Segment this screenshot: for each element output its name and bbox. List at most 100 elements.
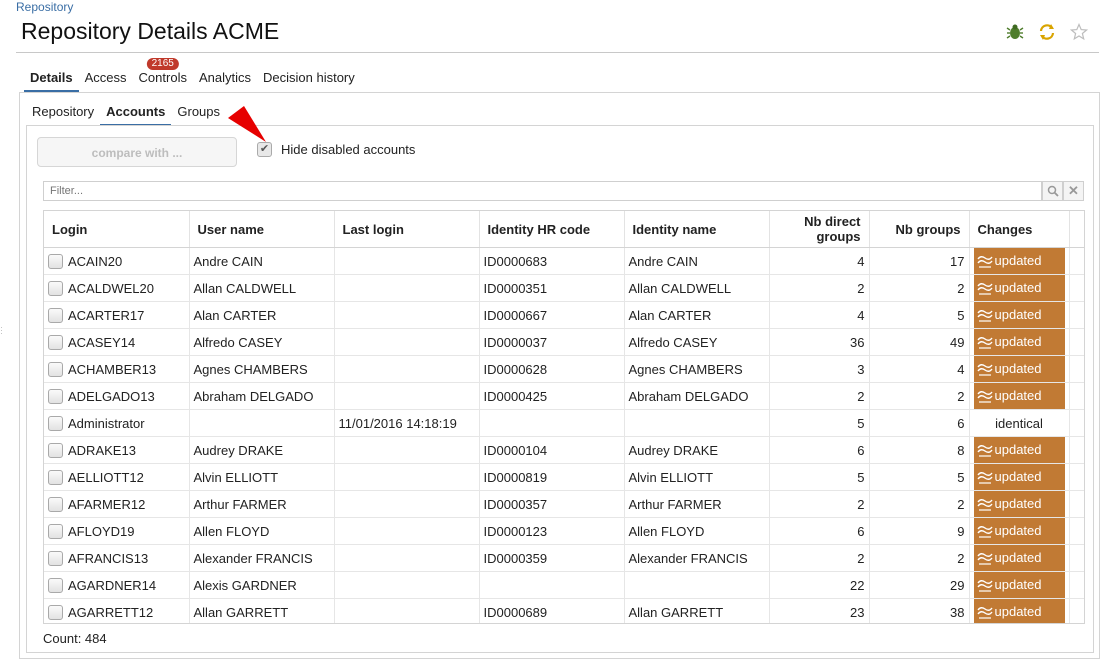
table-row[interactable]: ACASEY14 Alfredo CASEY ID0000037 Alfredo CA…: [44, 328, 1084, 356]
row-checkbox[interactable]: [48, 605, 63, 621]
change-label: updated: [994, 307, 1042, 322]
cell-nb-direct-groups: 5: [769, 409, 870, 437]
table-row[interactable]: ACHAMBER13 Agnes CHAMBERS ID0000628 Agnes C…: [44, 355, 1084, 383]
change-status-updated: updated: [973, 329, 1065, 355]
col-header-changes[interactable]: Changes: [969, 211, 1070, 248]
col-header-identity-hr-code[interactable]: Identity HR code: [479, 211, 625, 248]
subtab-groups[interactable]: Groups: [171, 104, 226, 124]
cell-nb-direct-groups: 23: [769, 598, 870, 623]
header-actions: [1005, 22, 1089, 42]
change-label: updated: [994, 334, 1042, 349]
cell-user-name: Allen FLOYD: [189, 517, 335, 545]
table-row[interactable]: ADRAKE13 Audrey DRAKE ID0000104 Audrey DRAK…: [44, 436, 1084, 464]
col-header-last-login[interactable]: Last login: [334, 211, 480, 248]
cell-identity-name: Alexander FRANCIS: [624, 544, 770, 572]
row-checkbox[interactable]: [48, 362, 63, 378]
row-checkbox[interactable]: [48, 578, 63, 594]
refresh-icon[interactable]: [1037, 22, 1057, 42]
table-row[interactable]: AFLOYD19 Allen FLOYD ID0000123 Allen FLOYD 6…: [44, 517, 1084, 545]
filter-clear-button[interactable]: ✕: [1063, 181, 1084, 201]
tab-analytics[interactable]: Analytics: [193, 70, 257, 90]
cell-identity-name: Andre CAIN: [624, 247, 770, 275]
filter-search-button[interactable]: [1042, 181, 1063, 201]
change-status-updated: updated: [973, 356, 1065, 382]
cell-spacer: [1069, 355, 1084, 383]
page-title: Repository Details ACME: [21, 18, 280, 44]
tab-details[interactable]: Details: [24, 70, 79, 92]
cell-nb-direct-groups: 6: [769, 436, 870, 464]
cell-nb-direct-groups: 4: [769, 247, 870, 275]
table-row[interactable]: AGARDNER14 Alexis GARDNER 22 29 updated: [44, 571, 1084, 599]
row-checkbox[interactable]: [48, 335, 63, 351]
tab-controls[interactable]: Controls 2165: [133, 58, 193, 90]
login-text: AFRANCIS13: [68, 551, 149, 567]
table-row[interactable]: ACARTER17 Alan CARTER ID0000667 Alan CARTER…: [44, 301, 1084, 329]
login-text: ACASEY14: [68, 335, 136, 351]
row-checkbox[interactable]: [48, 443, 63, 459]
cell-nb-groups: 2: [869, 490, 970, 518]
row-checkbox[interactable]: [48, 254, 63, 270]
changes-icon: [976, 337, 993, 349]
filter-input[interactable]: [43, 181, 1042, 201]
table-row[interactable]: AFARMER12 Arthur FARMER ID0000357 Arthur FA…: [44, 490, 1084, 518]
row-checkbox[interactable]: [48, 497, 63, 513]
table-row[interactable]: Administrator 11/01/2016 14:18:19 5 6 identi…: [44, 409, 1084, 437]
change-status-updated: updated: [973, 248, 1065, 274]
col-header-user-name[interactable]: User name: [189, 211, 335, 248]
changes-icon: [976, 472, 993, 484]
resize-handle[interactable]: · · ·: [0, 323, 3, 338]
subtab-repository[interactable]: Repository: [26, 104, 100, 124]
cell-nb-direct-groups: 2: [769, 382, 870, 410]
table-row[interactable]: AGARRETT12 Allan GARRETT ID0000689 Allan GA…: [44, 598, 1084, 623]
table-row[interactable]: ACAIN20 Andre CAIN ID0000683 Andre CAIN 4 17 u…: [44, 247, 1084, 275]
col-header-identity-name[interactable]: Identity name: [624, 211, 770, 248]
col-header-nb-groups[interactable]: Nb groups: [869, 211, 970, 248]
cell-nb-groups: 5: [869, 463, 970, 491]
col-header-login[interactable]: Login: [44, 211, 190, 248]
compare-with-button[interactable]: compare with ...: [37, 137, 237, 167]
change-status-updated: updated: [973, 545, 1065, 571]
row-checkbox[interactable]: [48, 470, 63, 486]
cell-changes: updated: [969, 247, 1070, 275]
cell-spacer: [1069, 544, 1084, 572]
row-checkbox[interactable]: [48, 524, 63, 540]
col-header-nb-direct-groups[interactable]: Nb direct groups: [769, 211, 870, 248]
table-row[interactable]: ADELGADO13 Abraham DELGADO ID0000425 Abraha…: [44, 382, 1084, 410]
tab-decision-history[interactable]: Decision history: [257, 70, 361, 90]
cell-nb-groups: 17: [869, 247, 970, 275]
table-row[interactable]: AFRANCIS13 Alexander FRANCIS ID0000359 Alex…: [44, 544, 1084, 572]
login-text: ADELGADO13: [68, 389, 155, 405]
cell-identity-hr-code: ID0000359: [479, 544, 625, 572]
row-checkbox[interactable]: [48, 281, 63, 297]
table-row[interactable]: AELLIOTT12 Alvin ELLIOTT ID0000819 Alvin EL…: [44, 463, 1084, 491]
cell-last-login: [334, 247, 480, 275]
change-status-updated: updated: [973, 518, 1065, 544]
cell-login: ADRAKE13: [44, 436, 190, 464]
table-row[interactable]: ACALDWEL20 Allan CALDWELL ID0000351 Allan C…: [44, 274, 1084, 302]
row-checkbox[interactable]: [48, 308, 63, 324]
cell-spacer: [1069, 328, 1084, 356]
search-icon: [1047, 185, 1059, 197]
cell-user-name: Alan CARTER: [189, 301, 335, 329]
row-checkbox[interactable]: [48, 551, 63, 567]
login-text: AGARRETT12: [68, 605, 154, 621]
cell-nb-groups: 38: [869, 598, 970, 623]
change-status-identical: identical: [995, 415, 1043, 431]
cell-identity-hr-code: ID0000667: [479, 301, 625, 329]
cell-identity-name: Abraham DELGADO: [624, 382, 770, 410]
row-checkbox[interactable]: [48, 389, 63, 405]
breadcrumb[interactable]: Repository: [16, 0, 73, 14]
subtab-accounts[interactable]: Accounts: [100, 104, 172, 126]
red-arrow-annotation: [228, 106, 266, 142]
cell-identity-hr-code: ID0000037: [479, 328, 625, 356]
cell-nb-groups: 4: [869, 355, 970, 383]
col-header-spacer: [1069, 211, 1084, 248]
row-checkbox[interactable]: [48, 416, 63, 432]
tab-access[interactable]: Access: [79, 70, 133, 90]
bug-icon[interactable]: [1005, 22, 1025, 42]
changes-icon: [976, 526, 993, 538]
cell-spacer: [1069, 598, 1084, 623]
change-label: updated: [994, 253, 1042, 268]
star-icon[interactable]: [1069, 22, 1089, 42]
close-icon: ✕: [1068, 183, 1079, 198]
